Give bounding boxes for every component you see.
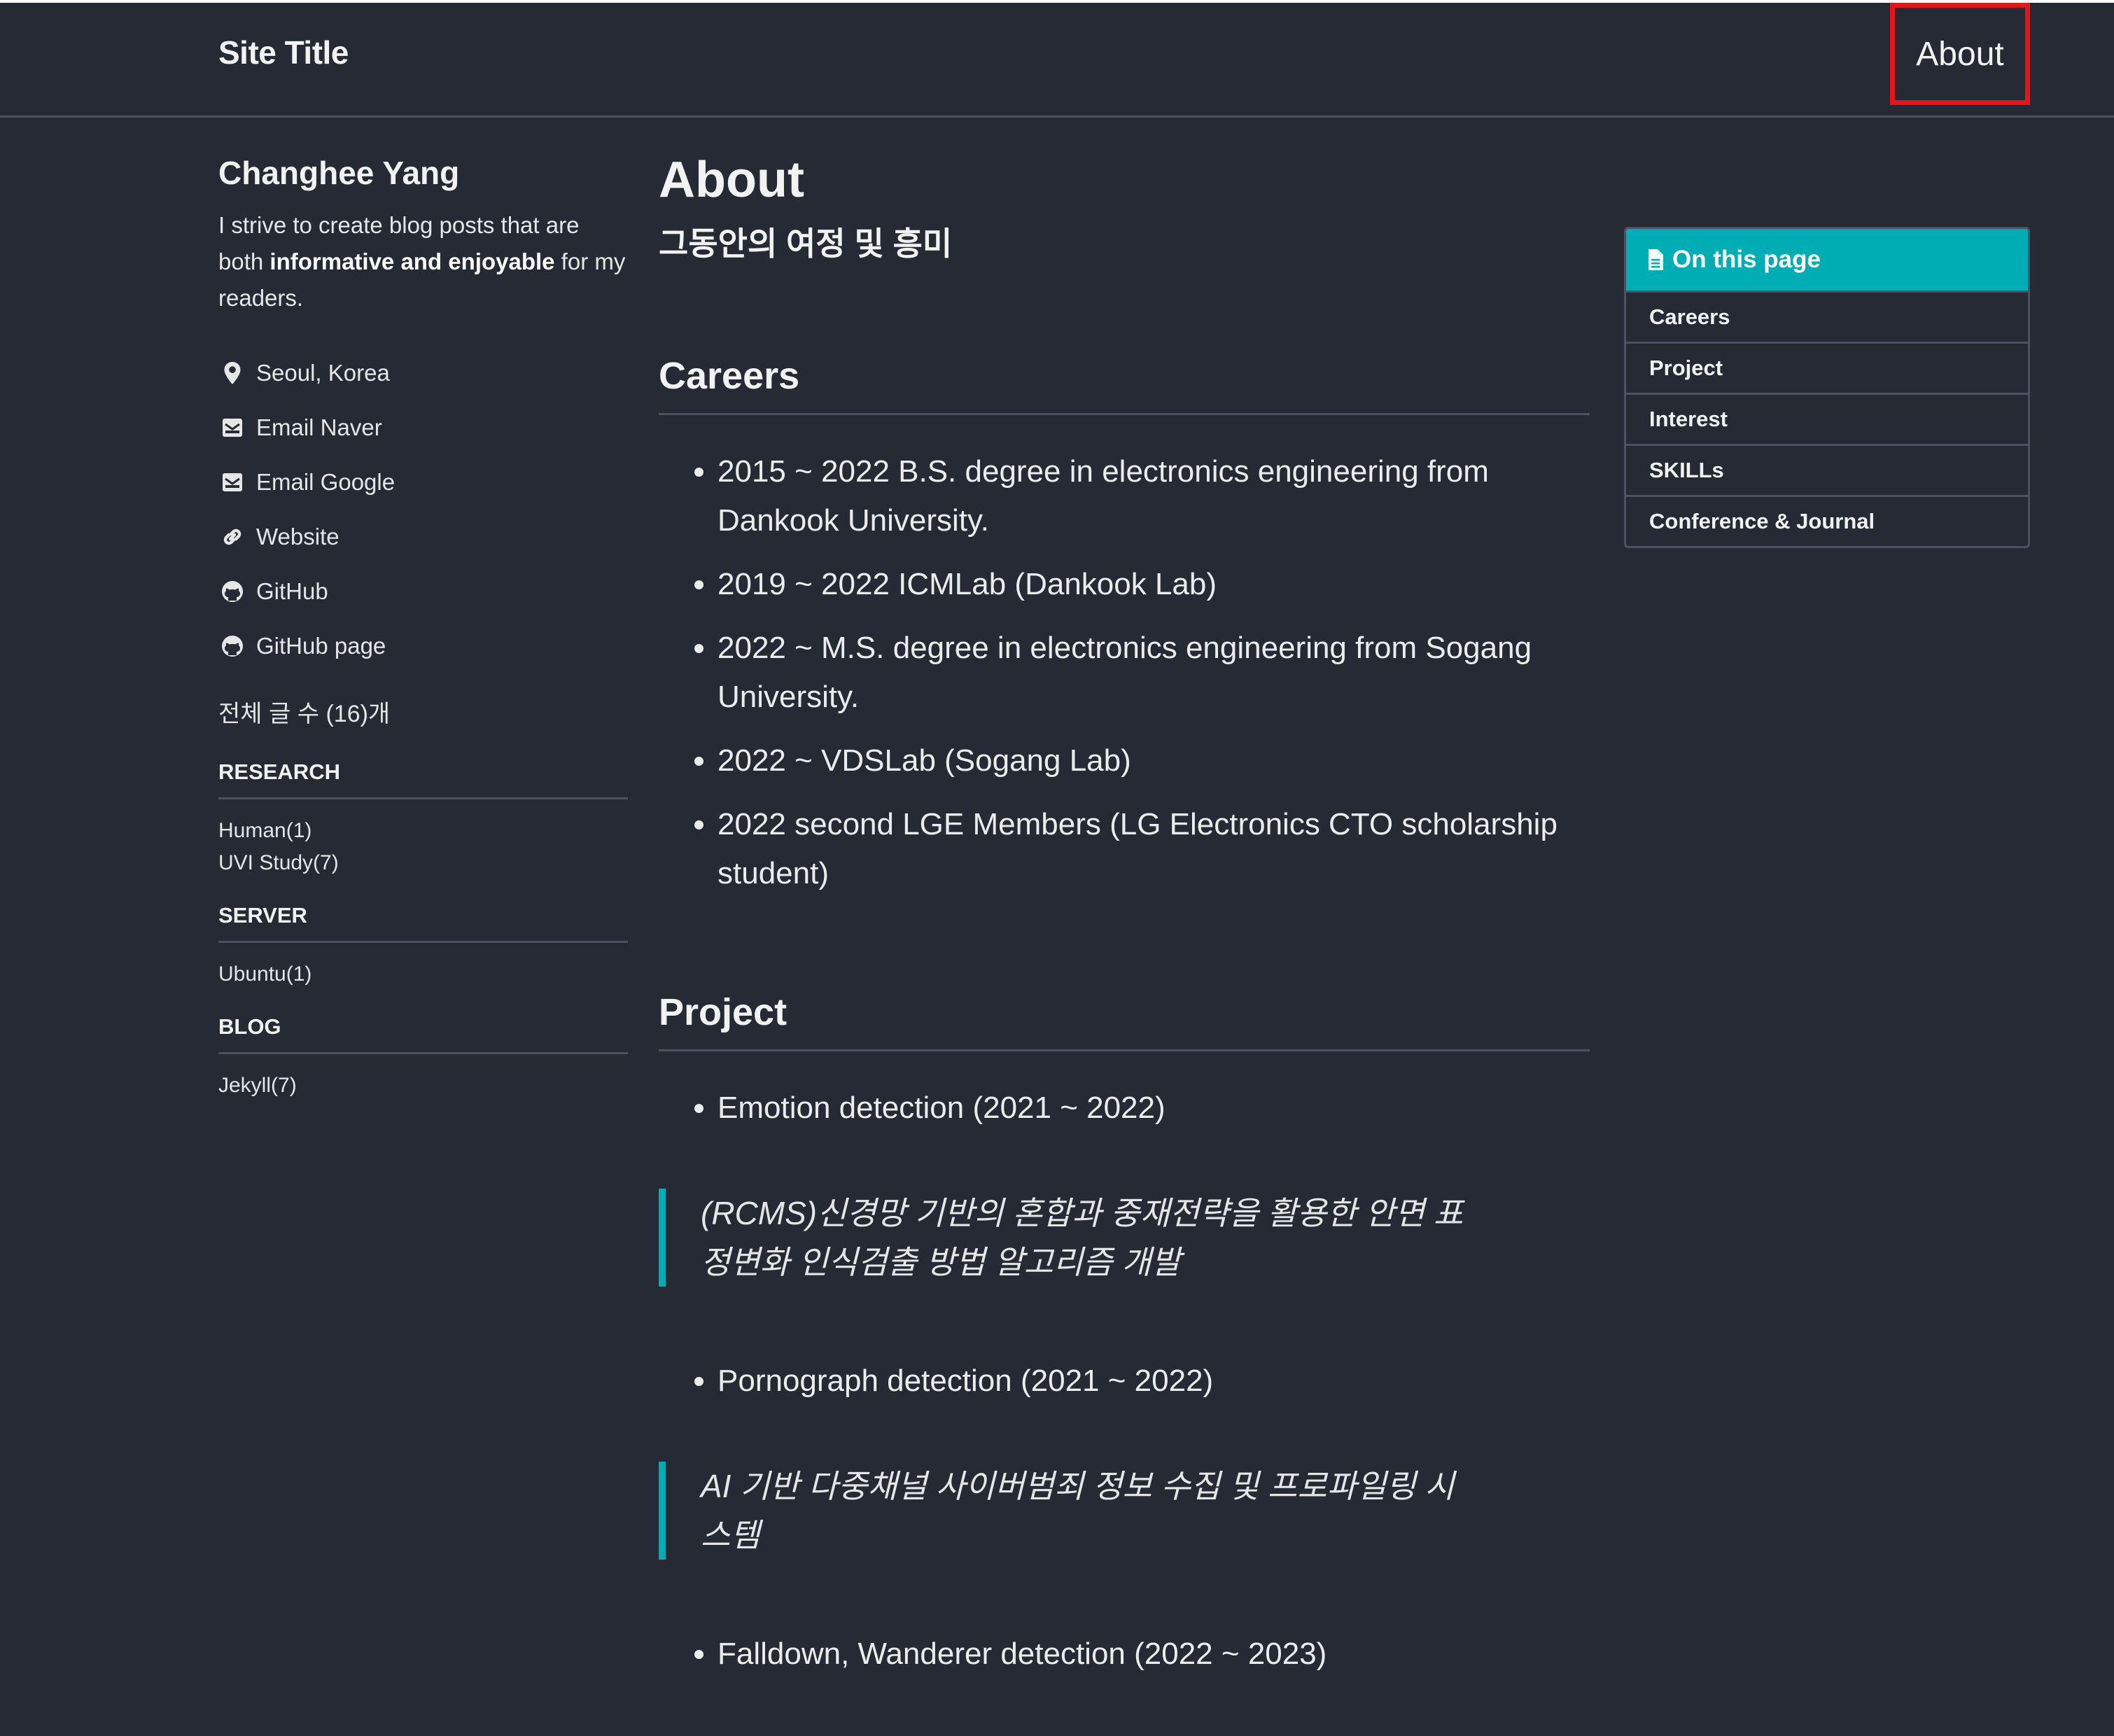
total-post-count: 전체 글 수 (16)개 [218, 701, 391, 727]
toc-link-interest[interactable]: Interest [1626, 393, 2028, 444]
envelope-icon [218, 414, 246, 442]
toc-header: On this page [1626, 229, 2028, 290]
table-of-contents: On this page Careers Project Interest SK… [1624, 227, 2030, 548]
career-item: 2022 ~ VDSLab (Sogang Lab) [718, 736, 1590, 785]
toc-link-conference-journal[interactable]: Conference & Journal [1626, 495, 2028, 546]
category-item-uvi-study[interactable]: UVI Study(7) [218, 847, 628, 879]
email-naver-label: Email Naver [256, 414, 382, 440]
location-label: Seoul, Korea [256, 360, 390, 386]
toc-link-skills[interactable]: SKILLs [1626, 444, 2028, 495]
github-label: GitHub [256, 578, 328, 604]
category-title-research[interactable]: RESEARCH [218, 760, 628, 799]
toc-link-careers[interactable]: Careers [1626, 290, 2028, 342]
github-page-link[interactable]: GitHub page [218, 619, 628, 673]
link-icon [218, 523, 246, 551]
project-list: Falldown, Wanderer detection (2022 ~ 202… [659, 1630, 1590, 1679]
masthead: Site Title About [0, 3, 2114, 118]
careers-list: 2015 ~ 2022 B.S. degree in electronics e… [659, 447, 1590, 898]
author-name: Changhee Yang [218, 155, 460, 191]
project-item: Pornograph detection (2021 ~ 2022) [718, 1357, 1590, 1406]
category-title-server[interactable]: SERVER [218, 903, 628, 943]
website-label: Website [256, 524, 340, 550]
email-naver-link[interactable]: Email Naver [218, 400, 628, 455]
category-list-research: Human(1) UVI Study(7) [218, 815, 628, 879]
project-item: Emotion detection (2021 ~ 2022) [718, 1084, 1590, 1133]
author-links: Seoul, Korea Email Naver Email Google We… [218, 346, 628, 673]
toc-link-project[interactable]: Project [1626, 342, 2028, 393]
github-link[interactable]: GitHub [218, 564, 628, 619]
nav-link-about[interactable]: About [1890, 3, 2030, 105]
category-title-blog[interactable]: BLOG [218, 1014, 628, 1054]
author-bio: I strive to create blog posts that are b… [218, 207, 628, 316]
site-title-link[interactable]: Site Title [218, 34, 349, 71]
map-marker-icon [218, 359, 246, 387]
author-sidebar: Changhee Yang I strive to create blog po… [218, 147, 628, 1126]
category-item-human[interactable]: Human(1) [218, 815, 628, 847]
main-content: About 그동안의 여정 및 흥미 Careers 2015 ~ 2022 B… [659, 147, 1590, 1693]
page-title: About [659, 152, 804, 208]
email-google-link[interactable]: Email Google [218, 455, 628, 510]
category-item-ubuntu[interactable]: Ubuntu(1) [218, 958, 628, 990]
email-google-label: Email Google [256, 469, 396, 495]
category-list-server: Ubuntu(1) [218, 958, 628, 990]
file-icon [1647, 248, 1664, 271]
project-description-quote: (RCMS)신경망 기반의 혼합과 중재전략을 활용한 안면 표정변화 인식검출… [659, 1189, 1478, 1287]
github-icon [218, 578, 246, 606]
category-item-jekyll[interactable]: Jekyll(7) [218, 1070, 628, 1102]
envelope-icon [218, 468, 246, 496]
career-item: 2019 ~ 2022 ICMLab (Dankook Lab) [718, 560, 1590, 609]
project-description-quote: AI 기반 다중채널 사이버범죄 정보 수집 및 프로파일링 시스템 [659, 1462, 1478, 1560]
github-page-label: GitHub page [256, 633, 386, 659]
website-link[interactable]: Website [218, 510, 628, 564]
bio-emphasis: informative and enjoyable [270, 248, 555, 274]
section-heading-project: Project [659, 990, 1590, 1051]
location-item: Seoul, Korea [218, 346, 628, 400]
career-item: 2015 ~ 2022 B.S. degree in electronics e… [718, 447, 1590, 545]
career-item: 2022 second LGE Members (LG Electronics … [718, 800, 1590, 898]
project-list: Emotion detection (2021 ~ 2022) [659, 1084, 1590, 1133]
project-list: Pornograph detection (2021 ~ 2022) [659, 1357, 1590, 1406]
github-icon [218, 632, 246, 660]
project-item: Falldown, Wanderer detection (2022 ~ 202… [718, 1630, 1590, 1679]
career-item: 2022 ~ M.S. degree in electronics engine… [718, 624, 1590, 722]
category-list-blog: Jekyll(7) [218, 1070, 628, 1102]
page-subtitle: 그동안의 여정 및 흥미 [659, 225, 953, 262]
section-heading-careers: Careers [659, 354, 1590, 415]
toc-title: On this page [1672, 246, 1821, 273]
